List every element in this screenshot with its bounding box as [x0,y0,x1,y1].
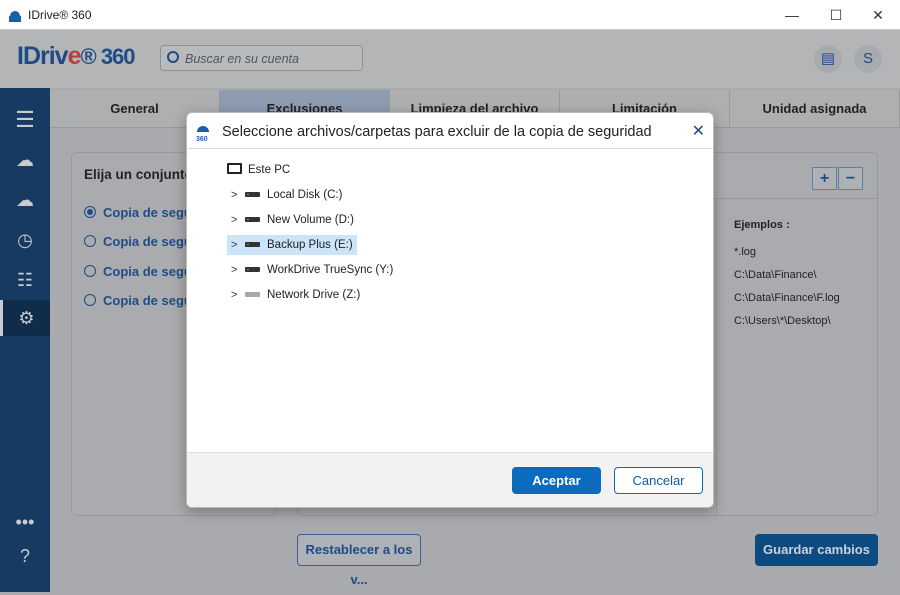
search-icon [167,51,179,63]
window-title: IDrive® 360 [28,8,92,22]
add-button[interactable]: + [812,167,837,190]
menu-icon[interactable]: ☰ [0,102,50,138]
cloud-download-icon[interactable]: ☁ [0,182,50,218]
title-bar: IDrive® 360 — ☐ ✕ [0,0,900,30]
cloud-upload-icon[interactable]: ☁ [0,142,50,178]
example-item: C:\Data\Finance\ [734,269,817,281]
dialog-title: Seleccione archivos/carpetas para exclui… [222,124,652,140]
app-header [0,30,900,88]
tree-item-drive[interactable]: > Network Drive (Z:) [231,285,360,305]
close-icon[interactable]: ✕ [692,121,705,141]
dialog-footer: Aceptar Cancelar [187,452,713,507]
chevron-right-icon: > [231,289,238,301]
sidebar: ☰ ☁ ☁ ◷ ☷ ⚙ ••• ? [0,88,50,592]
tree-item-drive[interactable]: > WorkDrive TrueSync (Y:) [231,260,393,280]
monitor-icon [227,163,242,174]
example-item: C:\Data\Finance\F.log [734,292,840,304]
idrive-logo-icon: 360 [196,126,209,142]
help-icon[interactable]: ? [0,538,50,574]
chevron-right-icon: > [231,214,238,226]
tree-item-drive[interactable]: > New Volume (D:) [231,210,354,230]
avatar[interactable]: S [854,45,882,73]
exclude-files-dialog: 360 Seleccione archivos/carpetas para ex… [186,112,714,508]
save-changes-button[interactable]: Guardar cambios [755,534,878,566]
tree-item-drive[interactable]: > Local Disk (C:) [231,185,342,205]
svg-text:360: 360 [196,136,208,142]
minimize-button[interactable]: — [772,4,812,26]
example-item: *.log [734,246,757,258]
remove-button[interactable]: − [838,167,863,190]
tree-item-drive-selected[interactable]: > Backup Plus (E:) [227,235,357,255]
drive-icon [245,217,260,222]
chevron-right-icon: > [231,189,238,201]
calendar-icon[interactable]: ▤ [814,45,842,73]
reset-defaults-button[interactable]: Restablecer a los v... [297,534,421,587]
chat-icon[interactable]: ••• [0,504,50,540]
chevron-right-icon: > [231,264,238,276]
panel-title: Elija un conjunto [84,167,193,182]
cancel-button[interactable]: Cancelar [614,467,703,494]
history-icon[interactable]: ◷ [0,222,50,258]
chevron-right-icon: > [231,239,238,251]
drive-icon [245,267,260,272]
search-input[interactable]: Buscar en su cuenta [160,45,363,71]
server-icon[interactable]: ☷ [0,262,50,298]
drive-icon [245,192,260,197]
accept-button[interactable]: Aceptar [512,467,601,494]
maximize-button[interactable]: ☐ [816,4,856,26]
network-drive-icon [245,292,260,297]
tab-unidad-asignada[interactable]: Unidad asignada [730,90,900,127]
settings-icon[interactable]: ⚙ [0,300,50,336]
tree-root-este-pc[interactable]: Este PC [227,160,290,180]
drive-icon [245,242,260,247]
brand-logo: IDrive® 360 [17,42,136,70]
idrive-logo-icon [9,11,21,22]
example-item: C:\Users\*\Desktop\ [734,315,831,327]
close-window-button[interactable]: ✕ [858,4,898,26]
examples-title: Ejemplos : [734,219,790,231]
